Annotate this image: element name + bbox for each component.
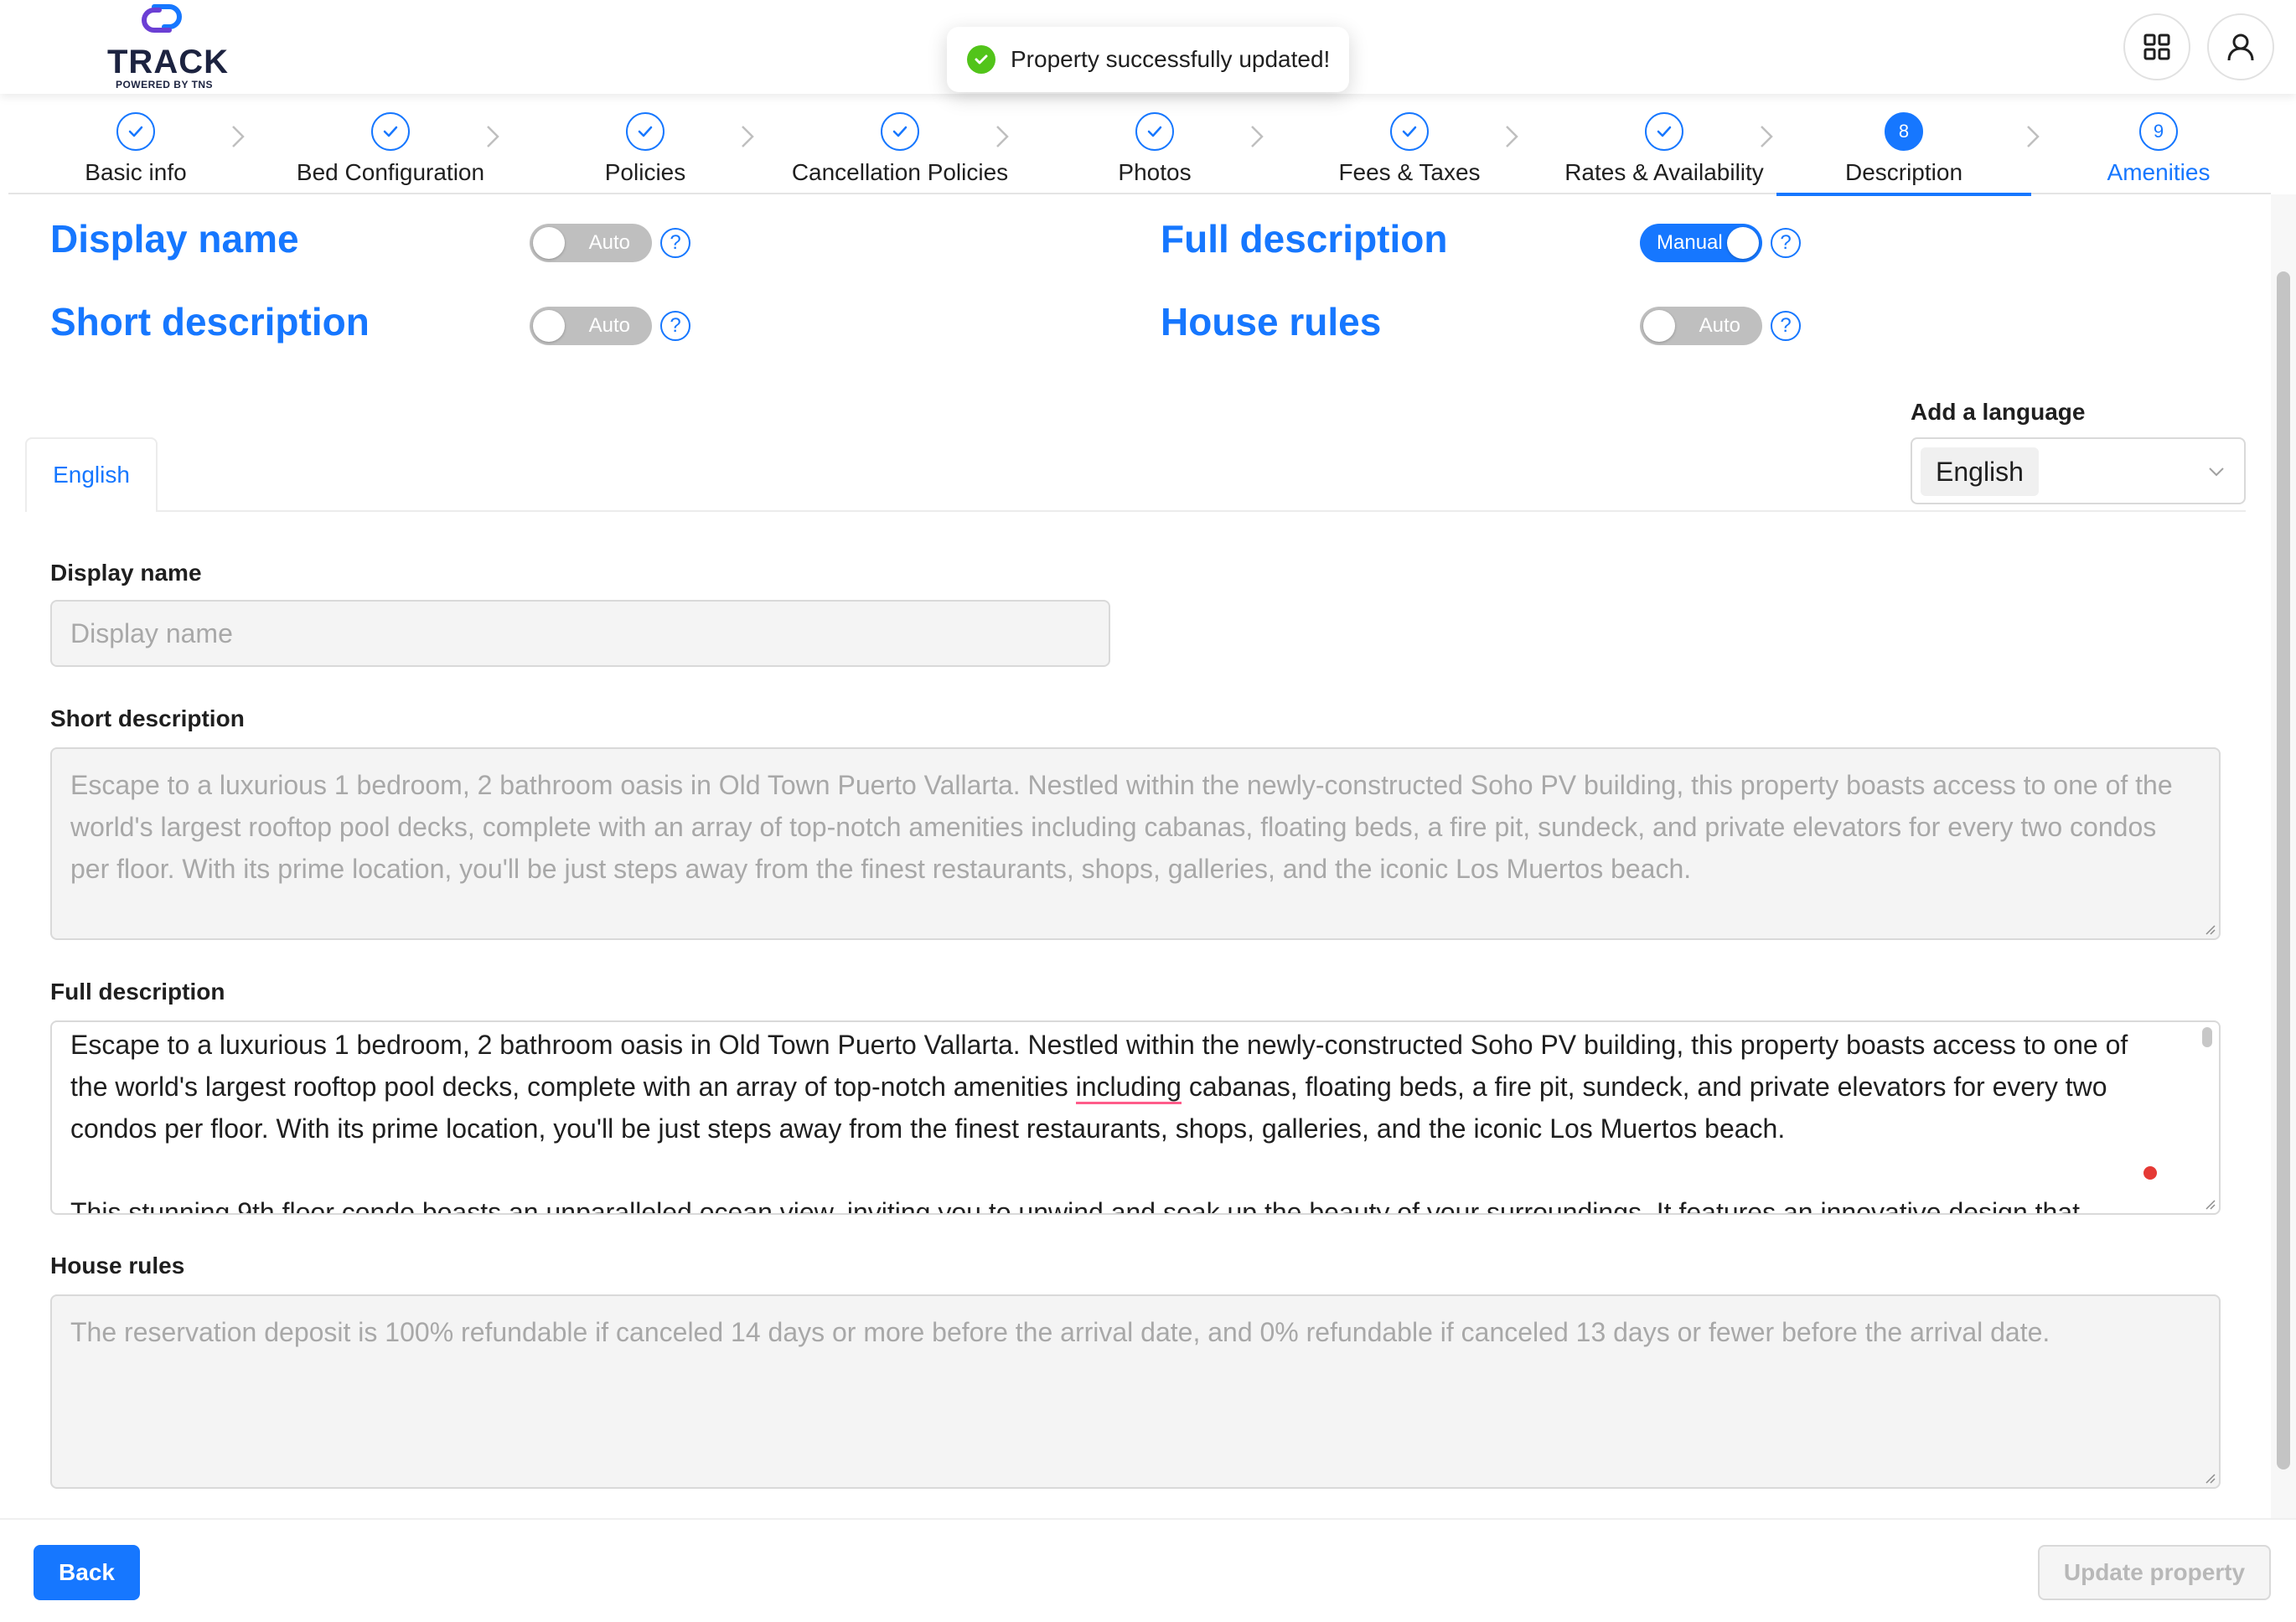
textarea-scrollbar[interactable]: [2202, 1027, 2212, 1047]
step-label: Description: [1844, 159, 1963, 185]
check-circle-icon: [967, 45, 995, 74]
track-logo[interactable]: TRACK POWERED BY TNS: [107, 0, 229, 94]
selected-language: English: [1921, 447, 2039, 496]
full-description-paragraph-1: Escape to a luxurious 1 bedroom, 2 bathr…: [70, 1030, 2128, 1144]
toggle-knob: [1643, 310, 1675, 342]
toast-message: Property successfully updated!: [1011, 46, 1331, 72]
resize-handle-icon[interactable]: [2202, 922, 2216, 935]
step-policies[interactable]: Policies: [518, 94, 773, 194]
back-button[interactable]: Back: [34, 1545, 140, 1600]
tab-english[interactable]: English: [25, 437, 158, 512]
step-fees-taxes[interactable]: Fees & Taxes: [1282, 94, 1537, 194]
short-description-heading: Short description: [50, 300, 370, 344]
step-basic-info[interactable]: Basic info: [8, 94, 263, 194]
chevron-right-icon: [1251, 126, 1264, 147]
step-label: Amenities: [2107, 159, 2211, 185]
step-label: Photos: [1118, 159, 1192, 185]
tabs-divider: [25, 510, 2246, 512]
step-description[interactable]: 8 Description: [1776, 94, 2031, 196]
check-icon: [1390, 112, 1429, 151]
toggle-knob: [533, 310, 565, 342]
step-label: Policies: [604, 159, 686, 185]
check-icon: [626, 112, 664, 151]
help-icon[interactable]: ?: [1771, 228, 1801, 258]
chevron-right-icon: [232, 126, 245, 147]
language-select[interactable]: English: [1911, 437, 2246, 504]
house-rules-text: The reservation deposit is 100% refundab…: [70, 1317, 2050, 1347]
chevron-right-icon: [1761, 126, 1773, 147]
house-rules-toggle[interactable]: Auto: [1640, 307, 1762, 345]
page-scrollbar-thumb[interactable]: [2277, 271, 2290, 1470]
full-description-textarea[interactable]: Escape to a luxurious 1 bedroom, 2 bathr…: [50, 1020, 2221, 1215]
update-property-button[interactable]: Update property: [2038, 1545, 2271, 1600]
grid-icon: [2143, 34, 2170, 60]
chevron-right-icon: [742, 126, 754, 147]
house-rules-textarea[interactable]: The reservation deposit is 100% refundab…: [50, 1294, 2221, 1489]
check-icon: [881, 112, 919, 151]
display-name-input[interactable]: Display name: [50, 600, 1110, 667]
step-label: Basic info: [85, 159, 187, 185]
spellcheck-flagged-word[interactable]: including: [1075, 1072, 1182, 1104]
display-name-heading: Display name: [50, 217, 299, 261]
help-icon[interactable]: ?: [660, 311, 690, 341]
short-description-toggle[interactable]: Auto: [530, 307, 652, 345]
step-number: 9: [2139, 112, 2178, 151]
step-photos[interactable]: Photos: [1027, 94, 1282, 194]
toggle-knob: [533, 227, 565, 259]
check-icon: [1135, 112, 1174, 151]
apps-button[interactable]: [2123, 13, 2190, 80]
chevron-down-icon: [2209, 467, 2224, 477]
chevron-right-icon: [996, 126, 1009, 147]
house-rules-label: House rules: [50, 1253, 185, 1278]
toggle-label: Auto: [588, 314, 630, 337]
logo-subtext: POWERED BY TNS: [115, 79, 214, 90]
wizard-steps: Basic info Bed Configuration Policies Ca…: [8, 94, 2271, 196]
chevron-right-icon: [487, 126, 499, 147]
toggle-label: Auto: [588, 231, 630, 254]
add-language-label: Add a language: [1911, 399, 2086, 425]
resize-handle-icon[interactable]: [2202, 1470, 2216, 1484]
success-toast: Property successfully updated!: [947, 27, 1349, 92]
chevron-right-icon: [1506, 126, 1518, 147]
step-label: Bed Configuration: [296, 159, 485, 185]
cursor-marker: [2143, 1166, 2157, 1180]
short-description-textarea[interactable]: Escape to a luxurious 1 bedroom, 2 bathr…: [50, 747, 2221, 940]
full-description-heading: Full description: [1161, 217, 1448, 261]
user-menu-button[interactable]: [2207, 13, 2274, 80]
check-icon: [1645, 112, 1683, 151]
step-label: Cancellation Policies: [791, 159, 1009, 185]
resize-handle-icon[interactable]: [2202, 1196, 2216, 1210]
display-name-label: Display name: [50, 560, 202, 586]
step-rates-availability[interactable]: Rates & Availability: [1537, 94, 1792, 194]
full-description-label: Full description: [50, 979, 225, 1005]
step-number: 8: [1885, 112, 1923, 151]
toggle-label: Manual: [1657, 231, 1723, 254]
footer-bar: Back Update property: [0, 1518, 2296, 1622]
display-name-toggle[interactable]: Auto: [530, 224, 652, 262]
help-icon[interactable]: ?: [660, 228, 690, 258]
toggle-knob: [1727, 227, 1759, 259]
house-rules-heading: House rules: [1161, 300, 1382, 344]
step-amenities[interactable]: 9 Amenities: [2031, 94, 2286, 194]
user-icon: [2227, 34, 2254, 61]
toggle-label: Auto: [1699, 314, 1740, 337]
check-icon: [371, 112, 410, 151]
full-description-paragraph-2: This stunning 9th floor condo boasts an …: [70, 1197, 2080, 1215]
step-label: Fees & Taxes: [1338, 159, 1481, 185]
step-bed-configuration[interactable]: Bed Configuration: [263, 94, 518, 194]
logo-text: TRACK: [107, 44, 229, 80]
check-icon: [116, 112, 155, 151]
step-cancellation-policies[interactable]: Cancellation Policies: [773, 94, 1027, 194]
step-label: Rates & Availability: [1564, 159, 1764, 185]
help-icon[interactable]: ?: [1771, 311, 1801, 341]
short-description-label: Short description: [50, 705, 245, 731]
short-description-text: Escape to a luxurious 1 bedroom, 2 bathr…: [70, 770, 2173, 884]
logo-mark-icon: [142, 4, 182, 33]
full-description-toggle[interactable]: Manual: [1640, 224, 1762, 262]
